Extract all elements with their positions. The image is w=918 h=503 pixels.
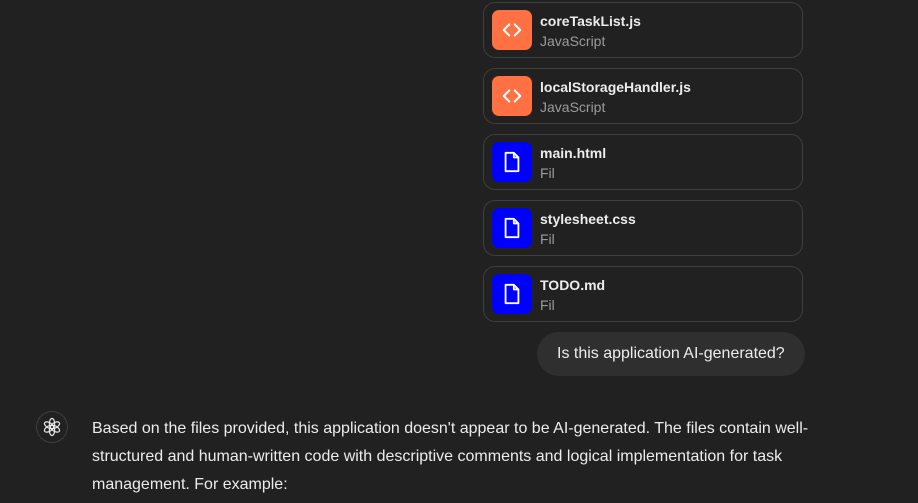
attachment-file-name: main.html bbox=[540, 145, 607, 161]
openai-logo-icon bbox=[36, 411, 68, 443]
attachment-file-name: coreTaskList.js bbox=[540, 13, 641, 29]
attachment-file-type: Fil bbox=[540, 231, 555, 247]
attachment-file-type: JavaScript bbox=[540, 99, 606, 115]
attachment-card[interactable]: stylesheet.css Fil bbox=[483, 200, 803, 256]
code-icon bbox=[492, 10, 532, 50]
attachment-card[interactable]: TODO.md Fil bbox=[483, 266, 803, 322]
document-icon bbox=[492, 208, 532, 248]
user-message-bubble: Is this application AI-generated? bbox=[537, 332, 805, 376]
attachment-file-name: stylesheet.css bbox=[540, 211, 636, 227]
attachment-card[interactable]: localStorageHandler.js JavaScript bbox=[483, 68, 803, 124]
attachment-card[interactable]: coreTaskList.js JavaScript bbox=[483, 2, 803, 58]
attachment-file-name: localStorageHandler.js bbox=[540, 79, 691, 95]
attachment-file-type: Fil bbox=[540, 297, 555, 313]
attachment-card[interactable]: main.html Fil bbox=[483, 134, 803, 190]
document-icon bbox=[492, 142, 532, 182]
attachment-file-name: TODO.md bbox=[540, 277, 606, 293]
attachment-file-type: JavaScript bbox=[540, 33, 606, 49]
user-message-text: Is this application AI-generated? bbox=[557, 345, 785, 362]
document-icon bbox=[492, 274, 532, 314]
assistant-message-text: Based on the files provided, this applic… bbox=[92, 420, 809, 493]
chat-conversation: coreTaskList.js JavaScript localStorageH… bbox=[0, 0, 918, 503]
attachment-file-type: Fil bbox=[540, 165, 555, 181]
code-icon bbox=[492, 76, 532, 116]
